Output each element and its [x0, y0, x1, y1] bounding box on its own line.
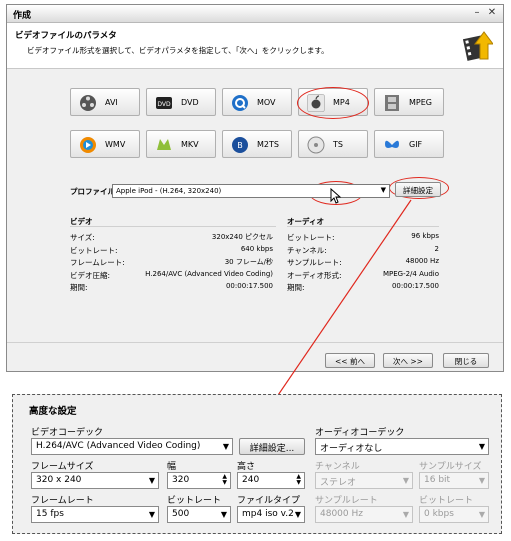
chevron-down-icon: ▼ — [148, 510, 155, 519]
spinner-arrows-icon[interactable]: ▲ ▼ — [222, 474, 227, 486]
chevron-down-icon: ▼ — [148, 476, 155, 485]
height-value: 240 — [242, 475, 260, 485]
sample-rate-value: 48000 Hz — [320, 509, 363, 519]
width-stepper[interactable]: 320 ▲ ▼ — [167, 472, 231, 489]
audio-codec-select[interactable]: オーディオなし ▼ — [315, 438, 489, 455]
chevron-down-icon: ▼ — [402, 510, 409, 519]
chevron-down-icon: ▼ — [478, 510, 485, 519]
channels-value: ステレオ — [320, 478, 357, 488]
frame-rate-label: フレームレート — [31, 496, 94, 506]
audio-codec-label: オーディオコーデック — [315, 428, 405, 438]
audio-bitrate-select[interactable]: 0 kbps ▼ — [419, 506, 489, 523]
frame-size-value: 320 x 240 — [36, 475, 82, 485]
sample-rate-label: サンプルレート — [315, 496, 378, 506]
file-type-select[interactable]: mp4 iso v.2 ▼ — [237, 506, 305, 523]
channels-label: チャンネル — [315, 462, 360, 472]
audio-bitrate-label: ビットレート — [419, 496, 474, 506]
video-codec-value: H.264/AVC (Advanced Video Coding) — [36, 441, 201, 451]
codec-details-button[interactable]: 詳細設定... — [239, 438, 305, 455]
height-label: 高さ — [237, 462, 256, 472]
frame-size-label: フレームサイズ — [31, 462, 94, 472]
chevron-down-icon: ▼ — [402, 476, 409, 485]
sample-size-label: サンプルサイズ — [419, 462, 482, 472]
video-bitrate-value: 500 — [172, 509, 190, 519]
chevron-down-icon: ▼ — [222, 442, 229, 451]
width-label: 幅 — [167, 462, 177, 472]
audio-bitrate-value: 0 kbps — [424, 509, 454, 519]
video-bitrate-select[interactable]: 500 ▼ — [167, 506, 231, 523]
sample-size-value: 16 bit — [424, 475, 451, 485]
file-type-value: mp4 iso v.2 — [242, 509, 294, 519]
height-stepper[interactable]: 240 ▲ ▼ — [237, 472, 305, 489]
chevron-down-icon: ▼ — [220, 510, 227, 519]
sample-rate-select[interactable]: 48000 Hz ▼ — [315, 506, 413, 523]
advanced-settings-panel: 高度な設定 ビデオコーデック H.264/AVC (Advanced Video… — [12, 394, 502, 534]
video-codec-select[interactable]: H.264/AVC (Advanced Video Coding) ▼ — [31, 438, 233, 455]
frame-size-select[interactable]: 320 x 240 ▼ — [31, 472, 159, 489]
spinner-arrows-icon[interactable]: ▲ ▼ — [296, 474, 301, 486]
frame-rate-value: 15 fps — [36, 509, 64, 519]
chevron-down-icon: ▼ — [294, 510, 301, 519]
advanced-title: 高度な設定 — [29, 406, 77, 417]
channels-select[interactable]: ステレオ ▼ — [315, 472, 413, 489]
chevron-down-icon: ▼ — [478, 442, 485, 451]
video-bitrate-label: ビットレート — [167, 496, 222, 506]
chevron-down-icon: ▼ — [478, 476, 485, 485]
file-type-label: ファイルタイプ — [237, 496, 301, 506]
audio-codec-value: オーディオなし — [320, 444, 383, 454]
video-codec-label: ビデオコーデック — [31, 428, 104, 438]
frame-rate-select[interactable]: 15 fps ▼ — [31, 506, 159, 523]
sample-size-select[interactable]: 16 bit ▼ — [419, 472, 489, 489]
width-value: 320 — [172, 475, 190, 485]
